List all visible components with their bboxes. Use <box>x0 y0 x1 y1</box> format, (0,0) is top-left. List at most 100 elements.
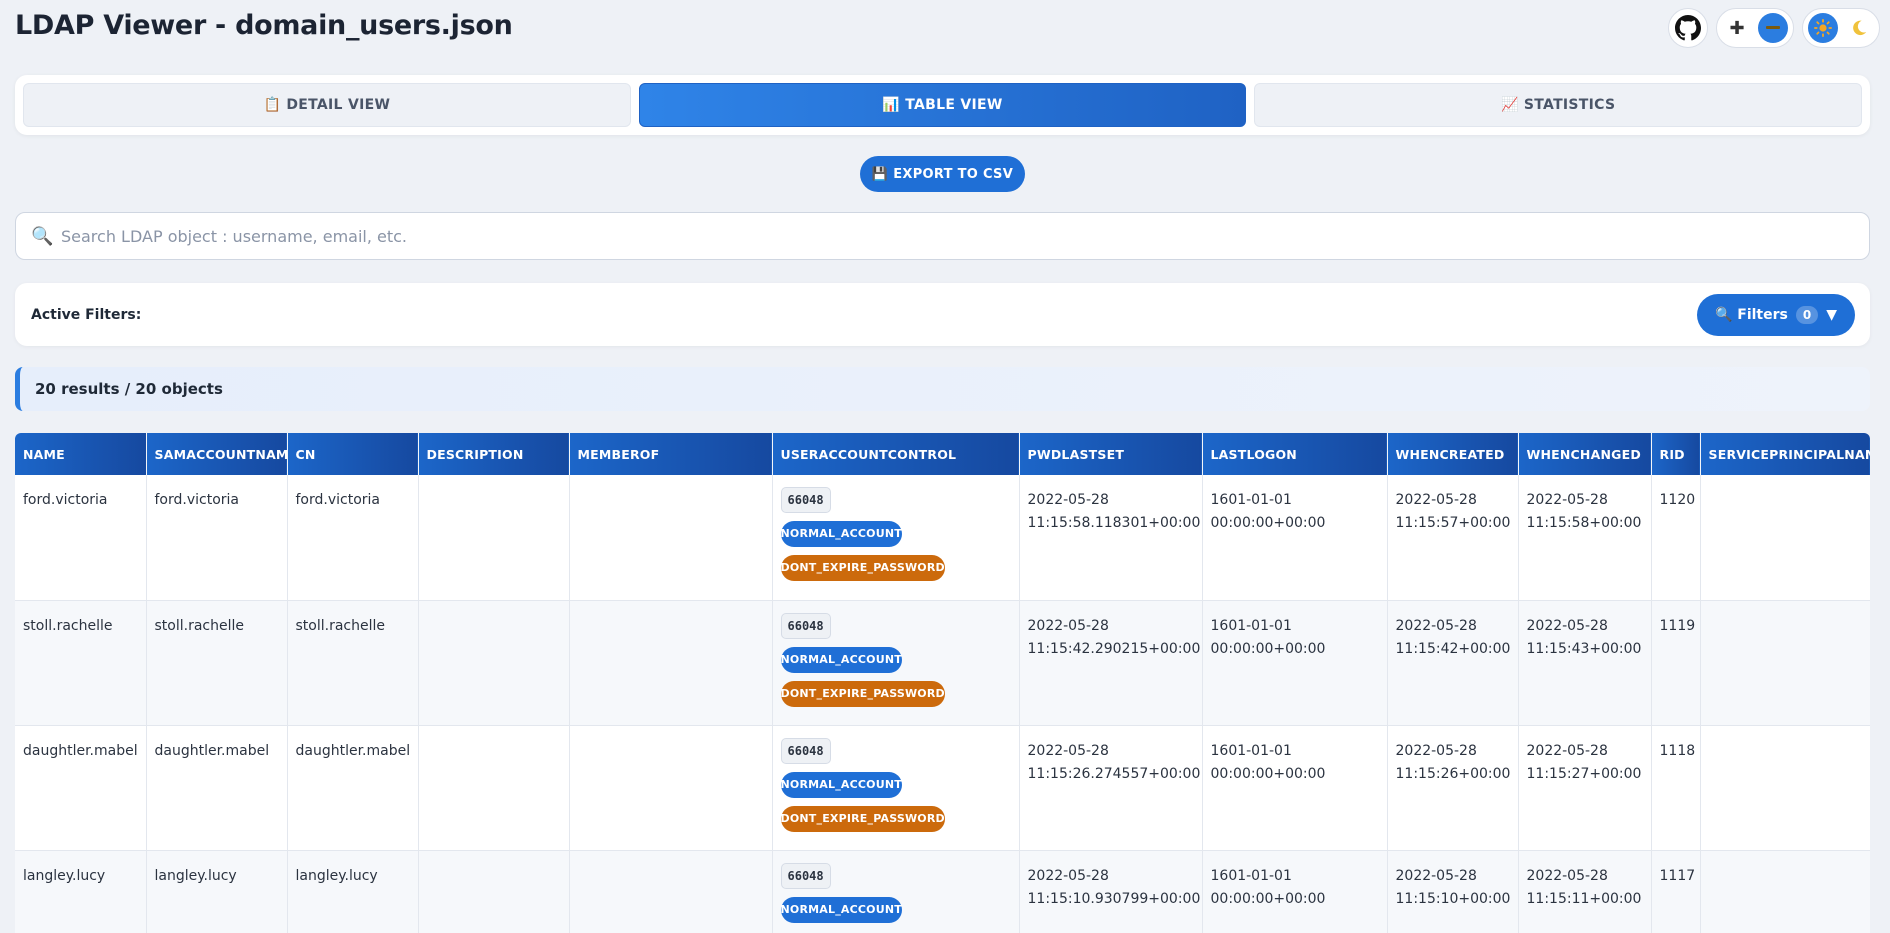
column-header[interactable]: SAMACCOUNTNAME <box>146 433 288 475</box>
zoom-in-icon[interactable]: ✚ <box>1722 13 1752 43</box>
zoom-out-icon[interactable] <box>1758 13 1788 43</box>
theme-toggle <box>1802 8 1880 48</box>
table-row[interactable]: langley.lucy langley.lucy langley.lucy 6… <box>15 850 1870 933</box>
date-part: 1601-01-01 <box>1210 492 1292 508</box>
flag-badge: NORMAL_ACCOUNT <box>780 896 902 923</box>
column-header[interactable]: SERVICEPRINCIPALNAME <box>1700 433 1870 475</box>
date-part: 2022-05-28 <box>1395 742 1477 759</box>
zoom-controls: ✚ <box>1716 8 1794 48</box>
cell-cn: langley.lucy <box>287 850 419 933</box>
tab-detail-view[interactable]: 📋 DETAIL VIEW <box>23 83 631 127</box>
flag-badge: NORMAL_ACCOUNT <box>780 646 902 673</box>
cell-whenchanged: 2022-05-28 11:15:27+00:00 <box>1518 725 1652 851</box>
cell-memberof <box>569 600 773 726</box>
cell-whencreated: 2022-05-28 11:15:10+00:00 <box>1387 850 1519 933</box>
cell-lastlogon: 1601-01-01 00:00:00+00:00 <box>1202 600 1388 726</box>
cell-description <box>418 475 570 601</box>
flag-badge: DONT_EXPIRE_PASSWORD <box>780 680 945 707</box>
results-table: NAME SAMACCOUNTNAME CN DESCRIPTION MEMBE… <box>15 433 1870 933</box>
cell-pwdlastset: 2022-05-28 11:15:10.930799+00:00 <box>1019 850 1203 933</box>
cell-samaccountname: daughtler.mabel <box>146 725 288 851</box>
cell-lastlogon: 1601-01-01 00:00:00+00:00 <box>1202 475 1388 601</box>
cell-rid: 1119 <box>1651 600 1701 726</box>
time-part: 11:15:11+00:00 <box>1526 890 1642 907</box>
cell-spn <box>1700 475 1870 601</box>
date-part: 1601-01-01 <box>1210 617 1292 634</box>
cell-rid: 1120 <box>1651 475 1701 601</box>
flag-badge: DONT_EXPIRE_PASSWORD <box>780 555 945 581</box>
cell-lastlogon: 1601-01-01 00:00:00+00:00 <box>1202 850 1388 933</box>
cell-pwdlastset: 2022-05-28 11:15:58.118301+00:00 <box>1019 475 1203 601</box>
time-part: 00:00:00+00:00 <box>1210 890 1326 907</box>
page-title: LDAP Viewer - domain_users.json <box>15 10 513 41</box>
date-part: 2022-05-28 <box>1395 867 1477 884</box>
cell-lastlogon: 1601-01-01 00:00:00+00:00 <box>1202 725 1388 851</box>
time-part: 11:15:42.290215+00:00 <box>1027 640 1201 657</box>
table-row[interactable]: ford.victoria ford.victoria ford.victori… <box>15 475 1870 601</box>
cell-pwdlastset: 2022-05-28 11:15:42.290215+00:00 <box>1019 600 1203 726</box>
date-part: 2022-05-28 <box>1526 742 1608 759</box>
column-header[interactable]: CN <box>287 433 419 475</box>
cell-pwdlastset: 2022-05-28 11:15:26.274557+00:00 <box>1019 725 1203 851</box>
export-csv-button[interactable]: 💾 EXPORT TO CSV <box>860 156 1025 192</box>
filters-panel: Active Filters: 🔍 Filters 0 ▼ <box>15 283 1870 346</box>
cell-useraccountcontrol: 66048 NORMAL_ACCOUNT DONT_EXPIRE_PASSWOR… <box>772 600 1020 726</box>
uac-value: 66048 <box>780 862 831 889</box>
table-row[interactable]: stoll.rachelle stoll.rachelle stoll.rach… <box>15 600 1870 726</box>
tab-table-view[interactable]: 📊 TABLE VIEW <box>638 83 1247 127</box>
cell-memberof <box>569 725 773 851</box>
cell-useraccountcontrol: 66048 NORMAL_ACCOUNT DONT_EXPIRE_PASSWOR… <box>772 725 1020 851</box>
filters-button[interactable]: 🔍 Filters 0 ▼ <box>1696 293 1855 336</box>
time-part: 00:00:00+00:00 <box>1210 765 1326 782</box>
time-part: 11:15:27+00:00 <box>1526 765 1642 782</box>
cell-samaccountname: stoll.rachelle <box>146 600 288 726</box>
search-input[interactable] <box>61 226 1869 246</box>
chevron-down-icon: ▼ <box>1826 306 1837 323</box>
time-part: 11:15:26+00:00 <box>1395 765 1511 782</box>
github-icon[interactable] <box>1668 8 1708 48</box>
moon-icon[interactable] <box>1844 13 1874 43</box>
cell-memberof <box>569 850 773 933</box>
time-part: 11:15:10.930799+00:00 <box>1027 890 1201 907</box>
time-part: 11:15:10+00:00 <box>1395 890 1511 907</box>
column-header[interactable]: DESCRIPTION <box>418 433 570 475</box>
date-part: 2022-05-28 <box>1395 492 1477 508</box>
tab-statistics[interactable]: 📈 STATISTICS <box>1254 83 1863 127</box>
time-part: 11:15:42+00:00 <box>1395 640 1511 657</box>
table-row[interactable]: daughtler.mabel daughtler.mabel daughtle… <box>15 725 1870 851</box>
uac-value: 66048 <box>780 612 831 639</box>
column-header[interactable]: PWDLASTSET <box>1019 433 1203 475</box>
time-part: 00:00:00+00:00 <box>1210 640 1326 657</box>
search-icon: 🔍 <box>31 225 54 247</box>
column-header[interactable]: LASTLOGON <box>1202 433 1388 475</box>
cell-useraccountcontrol: 66048 NORMAL_ACCOUNT DONT_EXPIRE_PASSWOR… <box>772 475 1020 601</box>
cell-whenchanged: 2022-05-28 11:15:58+00:00 <box>1518 475 1652 601</box>
date-part: 2022-05-28 <box>1027 617 1109 634</box>
cell-spn <box>1700 725 1870 851</box>
column-header[interactable]: NAME <box>15 433 147 475</box>
cell-description <box>418 725 570 851</box>
cell-whenchanged: 2022-05-28 11:15:43+00:00 <box>1518 600 1652 726</box>
date-part: 2022-05-28 <box>1526 617 1608 634</box>
cell-cn: stoll.rachelle <box>287 600 419 726</box>
column-header[interactable]: RID <box>1651 433 1701 475</box>
cell-useraccountcontrol: 66048 NORMAL_ACCOUNT <box>772 850 1020 933</box>
column-header[interactable]: WHENCHANGED <box>1518 433 1652 475</box>
date-part: 2022-05-28 <box>1395 617 1477 634</box>
column-header[interactable]: USERACCOUNTCONTROL <box>772 433 1020 475</box>
date-part: 1601-01-01 <box>1210 867 1292 884</box>
flag-badge: NORMAL_ACCOUNT <box>780 771 902 798</box>
cell-whencreated: 2022-05-28 11:15:57+00:00 <box>1387 475 1519 601</box>
cell-cn: ford.victoria <box>287 475 419 601</box>
filters-button-label: 🔍 Filters <box>1714 306 1788 323</box>
cell-description <box>418 600 570 726</box>
cell-rid: 1118 <box>1651 725 1701 851</box>
cell-name: langley.lucy <box>15 850 147 933</box>
sun-icon[interactable] <box>1808 13 1838 43</box>
column-header[interactable]: WHENCREATED <box>1387 433 1519 475</box>
column-header[interactable]: MEMBEROF <box>569 433 773 475</box>
cell-samaccountname: langley.lucy <box>146 850 288 933</box>
cell-name: daughtler.mabel <box>15 725 147 851</box>
cell-name: stoll.rachelle <box>15 600 147 726</box>
date-part: 2022-05-28 <box>1027 742 1109 759</box>
